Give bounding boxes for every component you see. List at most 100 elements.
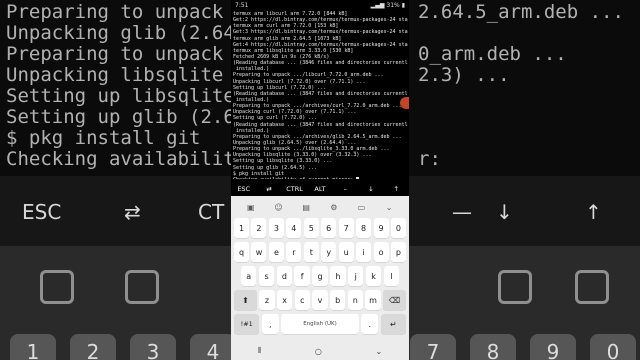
terminal-line: Checking availability of current mirror: [233, 176, 408, 179]
extra-key[interactable]: ↑ [384, 182, 409, 196]
background-terminal-line: Preparing to unpack [6, 1, 224, 23]
phone-screen: 7:51 ▂▄▆ 31% ▮ termux arm libcurl arm 7.… [231, 0, 409, 360]
settings-icon[interactable]: ⚙ [329, 202, 339, 212]
key-n[interactable]: n [347, 290, 363, 310]
background-terminal-line: $ pkg install git [6, 127, 201, 149]
extra-keys-row: ESC ⇄ CTRL ALT – ↓ ↑ [231, 182, 409, 196]
background-extra-key: — [452, 200, 472, 224]
background-number-key: 1 [10, 334, 56, 360]
key-j[interactable]: j [347, 266, 364, 286]
key-i[interactable]: i [356, 242, 372, 262]
background-number-key: 0 [590, 334, 636, 360]
background-number-key: 7 [410, 334, 456, 360]
floating-bubble-icon[interactable] [400, 97, 409, 109]
key-o[interactable]: o [373, 242, 389, 262]
symbols-key[interactable]: !#1 [234, 314, 260, 334]
status-bar: 7:51 ▂▄▆ 31% ▮ [231, 0, 409, 10]
key-r[interactable]: r [286, 242, 302, 262]
background-terminal-line: Setting up libsqlite [6, 85, 235, 107]
back-icon[interactable]: ⌄ [376, 347, 383, 356]
background-extra-key: ⇄ [124, 200, 141, 224]
shift-key[interactable]: ⬆ [234, 290, 257, 310]
key-x[interactable]: x [277, 290, 293, 310]
home-icon[interactable]: ○ [315, 347, 322, 356]
extra-key[interactable]: ⇄ [256, 182, 281, 196]
key-w[interactable]: w [251, 242, 267, 262]
terminal-line: Get:3 https://dl.bintray.com/termux/term… [233, 29, 408, 36]
key-t[interactable]: t [303, 242, 319, 262]
key-u[interactable]: u [338, 242, 354, 262]
clipboard-icon[interactable]: ▤ [301, 202, 311, 212]
extra-key[interactable]: ↓ [358, 182, 383, 196]
letter-row-2: asdfghjkl [241, 266, 400, 286]
key-1[interactable]: 1 [234, 218, 250, 238]
key-5[interactable]: 5 [303, 218, 319, 238]
key-7[interactable]: 7 [338, 218, 354, 238]
key-s[interactable]: s [258, 266, 275, 286]
background-number-key: 3 [130, 334, 176, 360]
background-more-icon [498, 270, 532, 304]
key-6[interactable]: 6 [321, 218, 337, 238]
terminal-line: Get:4 https://dl.bintray.com/termux/term… [233, 41, 408, 48]
more-icon[interactable]: ▭ [356, 202, 366, 212]
terminal-line: Preparing to unpack .../libcurl_7.72.0_a… [233, 72, 384, 79]
signal-icon: ▂▄▆ [370, 1, 385, 9]
key-h[interactable]: h [330, 266, 346, 286]
terminal-cursor [356, 176, 360, 179]
comma-key[interactable]: , [261, 314, 279, 334]
key-v[interactable]: v [312, 290, 328, 310]
period-key[interactable]: . [361, 314, 379, 334]
letter-row-3: ⬆ z x c v b n m ⌫ [234, 290, 406, 310]
enter-key[interactable]: ↵ [380, 314, 406, 334]
background-extra-key: ESC [22, 200, 62, 224]
extra-key[interactable]: ESC [231, 182, 256, 196]
key-k[interactable]: k [365, 266, 382, 286]
background-number-key: 4 [190, 334, 236, 360]
extra-key[interactable]: CTRL [282, 182, 307, 196]
extra-key[interactable]: ALT [307, 182, 332, 196]
terminal-output[interactable]: termux arm libcurl arm 7.72.0 [844 kB] Ge… [233, 11, 408, 179]
key-2[interactable]: 2 [251, 218, 267, 238]
key-3[interactable]: 3 [268, 218, 284, 238]
extra-key[interactable]: – [333, 182, 358, 196]
key-d[interactable]: d [276, 266, 293, 286]
key-0[interactable]: 0 [390, 218, 406, 238]
key-p[interactable]: p [390, 242, 406, 262]
battery-indicator: ▂▄▆ 31% ▮ [371, 2, 405, 9]
key-y[interactable]: y [321, 242, 337, 262]
key-l[interactable]: l [383, 266, 400, 286]
key-a[interactable]: a [241, 266, 257, 286]
key-e[interactable]: e [268, 242, 284, 262]
background-extra-key: ↓ [496, 200, 513, 224]
background-extra-key: ↑ [585, 200, 602, 224]
key-c[interactable]: c [294, 290, 310, 310]
terminal-line: (Reading database ... (3847 files and di… [233, 121, 408, 128]
backspace-key[interactable]: ⌫ [383, 290, 406, 310]
sticker-icon[interactable]: ▣ [246, 202, 256, 212]
space-key[interactable]: English (UK) [281, 314, 359, 334]
emoji-icon[interactable]: ☺ [273, 202, 283, 212]
recents-icon[interactable]: ⦀ [258, 346, 262, 356]
key-8[interactable]: 8 [356, 218, 372, 238]
background-terminal-line-right: 2.3) ... [418, 64, 510, 86]
background-terminal-line: Unpacking libsqlite [6, 64, 224, 86]
background-terminal-line-right: r: [418, 148, 453, 170]
soft-keyboard: ▣ ☺ ▤ ⚙ ▭ ⌄ 1234567890 qwertyuiop asdfgh… [231, 196, 409, 342]
key-b[interactable]: b [330, 290, 346, 310]
background-terminal-line: Checking availability [6, 148, 247, 170]
key-4[interactable]: 4 [286, 218, 302, 238]
key-f[interactable]: f [294, 266, 310, 286]
collapse-icon[interactable]: ⌄ [384, 202, 394, 212]
status-time: 7:51 [235, 1, 249, 9]
number-row: 1234567890 [234, 218, 406, 238]
background-terminal-line: Preparing to unpack [6, 43, 224, 65]
key-z[interactable]: z [259, 290, 275, 310]
key-q[interactable]: q [234, 242, 250, 262]
key-m[interactable]: m [365, 290, 381, 310]
background-collapse-icon [575, 270, 609, 304]
background-emoji-icon [125, 270, 159, 304]
key-g[interactable]: g [312, 266, 328, 286]
background-number-key: 8 [470, 334, 516, 360]
background-terminal-line-right: 0_arm.deb ... [418, 43, 567, 65]
key-9[interactable]: 9 [373, 218, 389, 238]
